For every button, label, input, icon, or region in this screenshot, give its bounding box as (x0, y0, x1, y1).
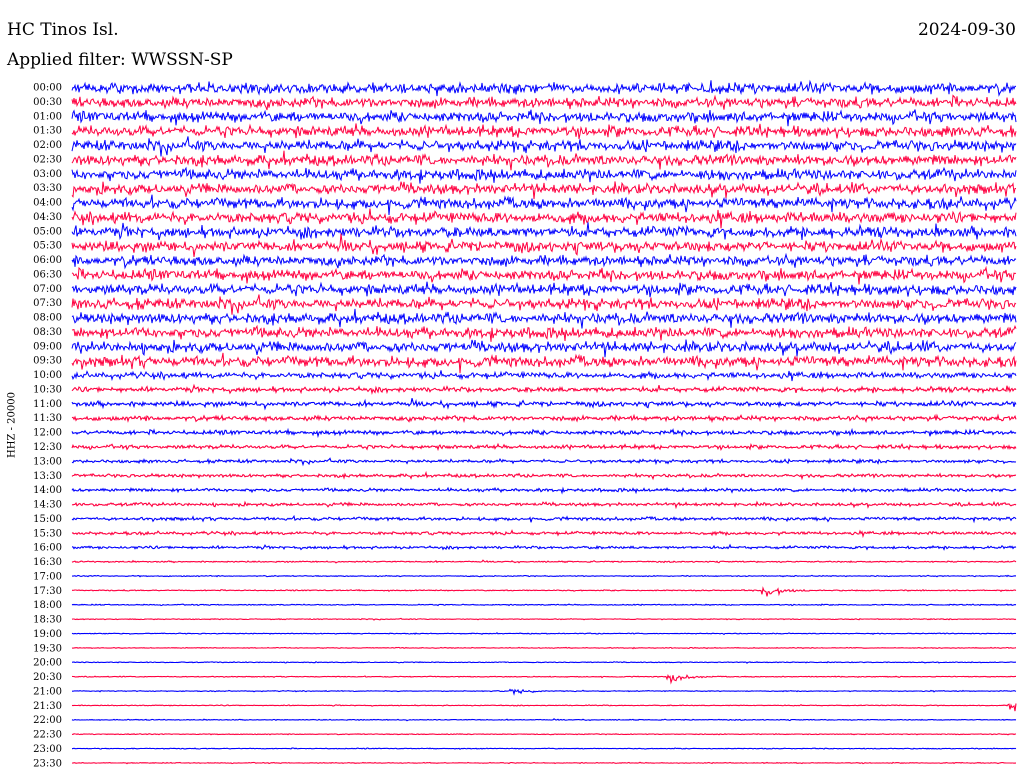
trace-line (71, 383, 1017, 396)
trace-line (71, 500, 1017, 510)
trace-line (71, 673, 1016, 685)
helicorder-chart: 00:00 00:30 01:00 01:30 02:00 02:30 03:00 03:30… (33, 79, 1017, 770)
trace-line (71, 136, 1017, 157)
time-label: 10:30 (33, 384, 62, 395)
trace-line (71, 603, 1017, 607)
trace-line (71, 233, 1017, 257)
trace-line (71, 457, 1017, 467)
time-label: 11:00 (33, 399, 62, 410)
time-label: 09:00 (33, 341, 62, 352)
time-label: 02:30 (33, 154, 62, 165)
trace-line (71, 123, 1017, 140)
time-label: 16:30 (33, 557, 62, 568)
time-label: 10:00 (33, 370, 62, 381)
trace-group (71, 79, 1017, 765)
trace-line (71, 324, 1017, 342)
time-label: 14:00 (33, 485, 62, 496)
trace-line (71, 646, 1017, 650)
trace-line (71, 703, 1017, 712)
time-label: 22:00 (33, 715, 62, 726)
time-label: 22:30 (33, 730, 62, 741)
trace-line (71, 761, 1016, 765)
trace-line (71, 559, 1017, 564)
trace-line (71, 109, 1017, 127)
time-label: 11:30 (33, 413, 62, 424)
trace-line (71, 308, 1017, 329)
trace-line (71, 208, 1017, 229)
trace-line (71, 222, 1017, 241)
time-label: 23:30 (33, 758, 62, 769)
time-label: 08:30 (33, 327, 62, 338)
trace-line (71, 194, 1017, 216)
trace-line (72, 574, 1017, 578)
trace-line (71, 718, 1017, 722)
time-label: 15:00 (33, 514, 62, 525)
time-label: 16:00 (33, 543, 62, 554)
trace-line (71, 370, 1017, 382)
time-label: 07:00 (33, 284, 62, 295)
trace-line (71, 281, 1017, 298)
time-label: 20:30 (33, 672, 62, 683)
time-label: 20:00 (33, 658, 62, 669)
trace-line (72, 661, 1016, 664)
trace-line (71, 529, 1017, 539)
time-label: 14:30 (33, 500, 62, 511)
time-label: 08:00 (33, 313, 62, 324)
time-label: 12:00 (33, 428, 62, 439)
trace-line (71, 617, 1017, 621)
time-label: 00:00 (33, 83, 62, 94)
time-label: 05:30 (33, 241, 62, 252)
time-label: 17:00 (33, 571, 62, 582)
trace-line (71, 352, 1017, 374)
time-label: 17:30 (33, 586, 62, 597)
time-label: 04:30 (33, 212, 62, 223)
time-label: 07:30 (33, 298, 62, 309)
time-label: 15:30 (33, 528, 62, 539)
time-label: 18:30 (33, 615, 62, 626)
time-label: 03:30 (33, 183, 62, 194)
trace-line (71, 543, 1017, 551)
time-label: 19:30 (33, 643, 62, 654)
time-label: 06:00 (33, 255, 62, 266)
time-label: 13:30 (33, 471, 62, 482)
time-label: 00:30 (33, 97, 62, 108)
trace-line (71, 150, 1017, 171)
trace-line (71, 265, 1017, 285)
trace-line (72, 586, 1017, 597)
time-label: 13:00 (33, 456, 62, 467)
trace-line (71, 632, 1017, 636)
time-label: 01:30 (33, 126, 62, 137)
time-label-group: 00:00 00:30 01:00 01:30 02:00 02:30 03:00 03:30… (33, 83, 62, 770)
time-label: 12:30 (33, 442, 62, 453)
trace-line (71, 514, 1017, 524)
trace-line (71, 470, 1017, 481)
time-label: 09:30 (33, 356, 62, 367)
trace-line (71, 79, 1017, 97)
time-label: 21:00 (33, 686, 62, 697)
trace-line (72, 688, 1017, 696)
trace-line (71, 166, 1017, 184)
time-label: 05:00 (33, 226, 62, 237)
time-label: 01:00 (33, 111, 62, 122)
time-label: 18:00 (33, 600, 62, 611)
time-label: 19:00 (33, 629, 62, 640)
trace-line (71, 486, 1017, 495)
trace-line (71, 427, 1017, 439)
time-label: 02:00 (33, 140, 62, 151)
time-label: 21:30 (33, 701, 62, 712)
time-label: 03:00 (33, 169, 62, 180)
trace-line (71, 252, 1017, 270)
time-label: 23:00 (33, 744, 62, 755)
trace-line (71, 94, 1017, 111)
trace-line (71, 294, 1017, 315)
trace-line (71, 733, 1017, 736)
time-label: 06:30 (33, 269, 62, 280)
trace-line (71, 181, 1016, 200)
time-label: 04:00 (33, 198, 62, 209)
trace-line (71, 339, 1017, 358)
trace-line (71, 747, 1017, 750)
trace-line (71, 442, 1017, 452)
trace-line (71, 413, 1017, 424)
trace-line (71, 398, 1017, 411)
